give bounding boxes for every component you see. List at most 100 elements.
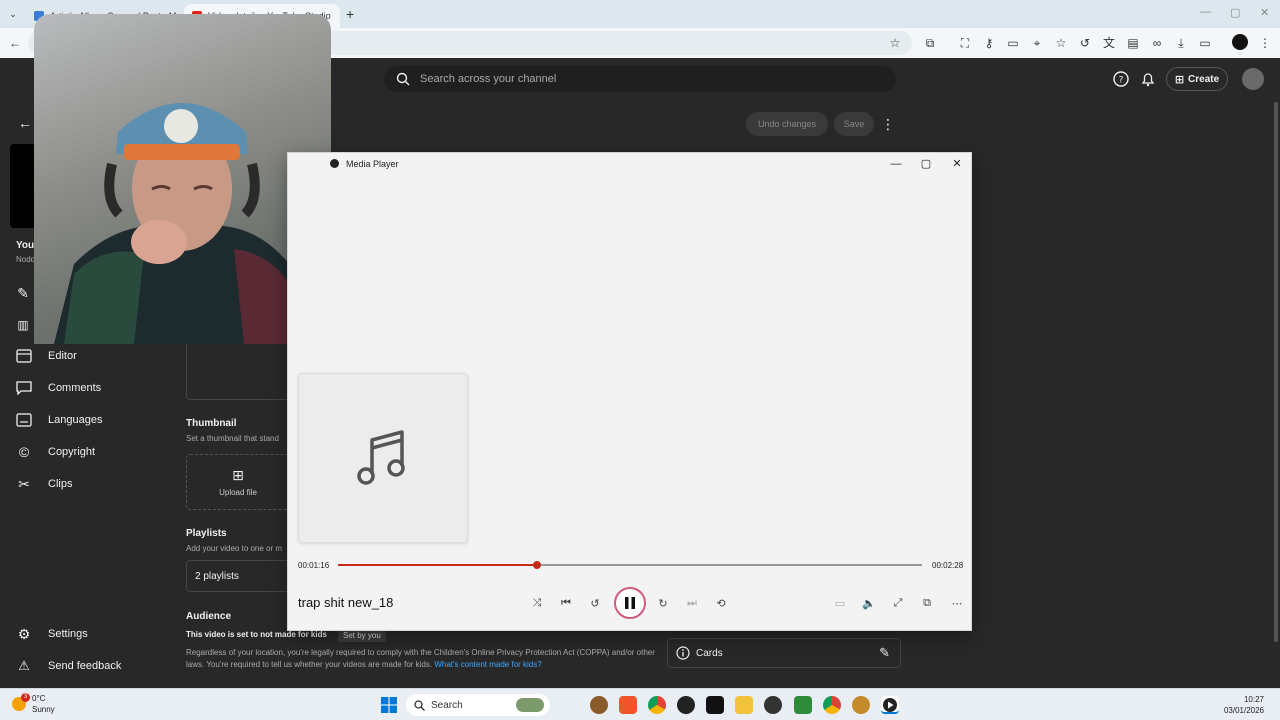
seek-bar-thumb[interactable] [532, 561, 541, 569]
channel-avatar[interactable] [1242, 68, 1264, 90]
made-for-kids-link[interactable]: What's content made for kids? [434, 660, 541, 669]
password-key-icon[interactable]: ⚷ [980, 34, 998, 52]
weather-sun-icon: 3 [12, 693, 30, 711]
media-player-taskbar-icon[interactable] [881, 696, 899, 714]
cast-icon[interactable]: ▭ [1196, 34, 1214, 52]
full-screen-icon[interactable]: ⤢ [889, 594, 907, 612]
save-button[interactable]: Save [834, 112, 874, 136]
sidebar-item-send-feedback[interactable]: ⚠ Send feedback [0, 650, 170, 682]
app-icon-3[interactable] [764, 696, 782, 714]
media-player-titlebar[interactable]: Media Player [288, 153, 971, 175]
chrome-profile-icon[interactable] [823, 696, 841, 714]
windows-taskbar: 3 0°C Sunny Search 10:27 03/01/2026 [0, 688, 1280, 720]
browser-menu-icon[interactable]: ⋮ [1256, 34, 1274, 52]
repeat-off-icon[interactable]: ⟲ [712, 594, 730, 612]
seek-bar[interactable] [338, 561, 922, 569]
channel-search-input[interactable]: Search across your channel [384, 66, 896, 92]
close-icon[interactable]: ✕ [949, 156, 965, 172]
mini-player-icon[interactable]: ⧉ [918, 594, 936, 612]
volume-icon[interactable]: 🔈 [860, 594, 878, 612]
sidebar-item-editor[interactable]: Editor [0, 340, 170, 372]
tab-search-icon[interactable]: ⌄ [4, 5, 22, 23]
playlists-title: Playlists [186, 528, 227, 539]
app-icon-2[interactable] [677, 696, 695, 714]
create-plus-icon: ⊞ [1174, 73, 1185, 86]
minimize-icon[interactable]: — [888, 156, 904, 172]
back-arrow-icon[interactable]: ← [6, 34, 24, 52]
maximize-window-icon[interactable]: ▢ [1230, 6, 1240, 19]
location-pin-icon[interactable]: ⌖ [1028, 34, 1046, 52]
media-player-window: Media Player — ▢ ✕ 00:01:16 00:02:28 tra… [287, 152, 972, 631]
media-player-app-icon [330, 159, 339, 168]
sidebar-item-settings[interactable]: ⚙ Settings [0, 618, 170, 650]
taskbar-search-box[interactable]: Search [406, 694, 550, 716]
translate-icon[interactable]: 文 [1100, 34, 1118, 52]
languages-icon [0, 413, 48, 427]
download-icon[interactable]: ⤓ [1172, 34, 1190, 52]
sidebar-item-copyright[interactable]: © Copyright [0, 436, 170, 468]
history-icon[interactable]: ↺ [1076, 34, 1094, 52]
description-box[interactable] [186, 340, 290, 400]
sidebar-item-comments[interactable]: Comments [0, 372, 170, 404]
audience-title: Audience [186, 611, 232, 622]
details-pencil-icon[interactable]: ✎ [14, 284, 32, 302]
more-options-icon[interactable]: ⋯ [948, 594, 966, 612]
undo-changes-button[interactable]: Undo changes [746, 112, 828, 136]
analytics-icon[interactable]: ▥ [14, 316, 32, 334]
tiktok-icon[interactable] [706, 696, 724, 714]
elapsed-time: 00:01:16 [298, 561, 330, 570]
pause-button[interactable] [614, 587, 646, 619]
chrome-icon[interactable] [648, 696, 666, 714]
music-note-icon [357, 430, 405, 485]
cards-row[interactable]: Cards ✎ [667, 638, 901, 668]
maximize-icon[interactable]: ▢ [918, 156, 934, 172]
close-window-icon[interactable]: ✕ [1260, 6, 1269, 19]
windows-start-icon[interactable] [381, 697, 397, 713]
app-icon-4[interactable] [794, 696, 812, 714]
vpn-icon[interactable]: ⛶ [956, 34, 974, 52]
rewind-10-icon[interactable]: ↺ [586, 594, 604, 612]
seek-bar-progress [338, 564, 537, 566]
create-label: Create [1188, 73, 1220, 85]
weather-widget[interactable]: 3 0°C Sunny [12, 693, 55, 715]
album-art-placeholder [298, 373, 468, 543]
playlists-subtitle: Add your video to one or m [186, 544, 283, 553]
new-tab-button[interactable]: + [346, 6, 354, 22]
media-player-title: Media Player [346, 159, 399, 169]
notifications-bell-icon[interactable] [1139, 70, 1157, 88]
previous-track-icon[interactable]: ⏮ [557, 594, 575, 612]
sidebar-item-clips[interactable]: ✂ Clips [0, 468, 170, 500]
profile-avatar-icon[interactable] [1232, 34, 1248, 50]
shuffle-icon[interactable]: ⤨ [528, 594, 546, 612]
brave-browser-icon[interactable] [619, 696, 637, 714]
forward-30-icon[interactable]: ↻ [654, 594, 672, 612]
link-icon[interactable]: ∞ [1148, 34, 1166, 52]
app-icon-5[interactable] [852, 696, 870, 714]
thumbnail-subtitle: Set a thumbnail that stand [186, 434, 279, 443]
back-arrow-icon[interactable]: ← [16, 114, 34, 132]
card-icon[interactable]: ▭ [1004, 34, 1022, 52]
more-options-icon[interactable]: ⋮ [879, 115, 897, 133]
app-icon-1[interactable] [590, 696, 608, 714]
next-track-icon[interactable]: ⏭ [683, 594, 701, 612]
file-explorer-icon[interactable] [735, 696, 753, 714]
extensions-icon[interactable]: ⧉ [921, 34, 939, 52]
taskbar-clock[interactable]: 10:27 03/01/2026 [1224, 694, 1264, 716]
sidebar-item-languages[interactable]: Languages [0, 404, 170, 436]
scissors-icon: ✂ [18, 475, 30, 492]
page-scrollbar[interactable] [1274, 102, 1278, 642]
playlists-select[interactable]: 2 playlists [186, 560, 290, 592]
upload-thumbnail-button[interactable]: ⊞ Upload file [186, 454, 290, 510]
reading-list-icon[interactable]: ▤ [1124, 34, 1142, 52]
minimize-window-icon[interactable]: — [1200, 6, 1211, 18]
sidebar-item-label: Settings [48, 628, 88, 640]
copyright-icon: © [18, 444, 30, 460]
captions-icon[interactable]: ▭ [831, 594, 849, 612]
search-icon [396, 72, 410, 86]
favorites-star-icon[interactable]: ☆ [1052, 34, 1070, 52]
help-icon[interactable]: ? [1112, 70, 1130, 88]
song-title: trap shit new_18 [298, 595, 394, 610]
bookmark-star-icon[interactable]: ☆ [886, 34, 904, 52]
create-button[interactable]: ⊞ Create [1166, 67, 1228, 91]
edit-pencil-icon[interactable]: ✎ [879, 645, 890, 661]
